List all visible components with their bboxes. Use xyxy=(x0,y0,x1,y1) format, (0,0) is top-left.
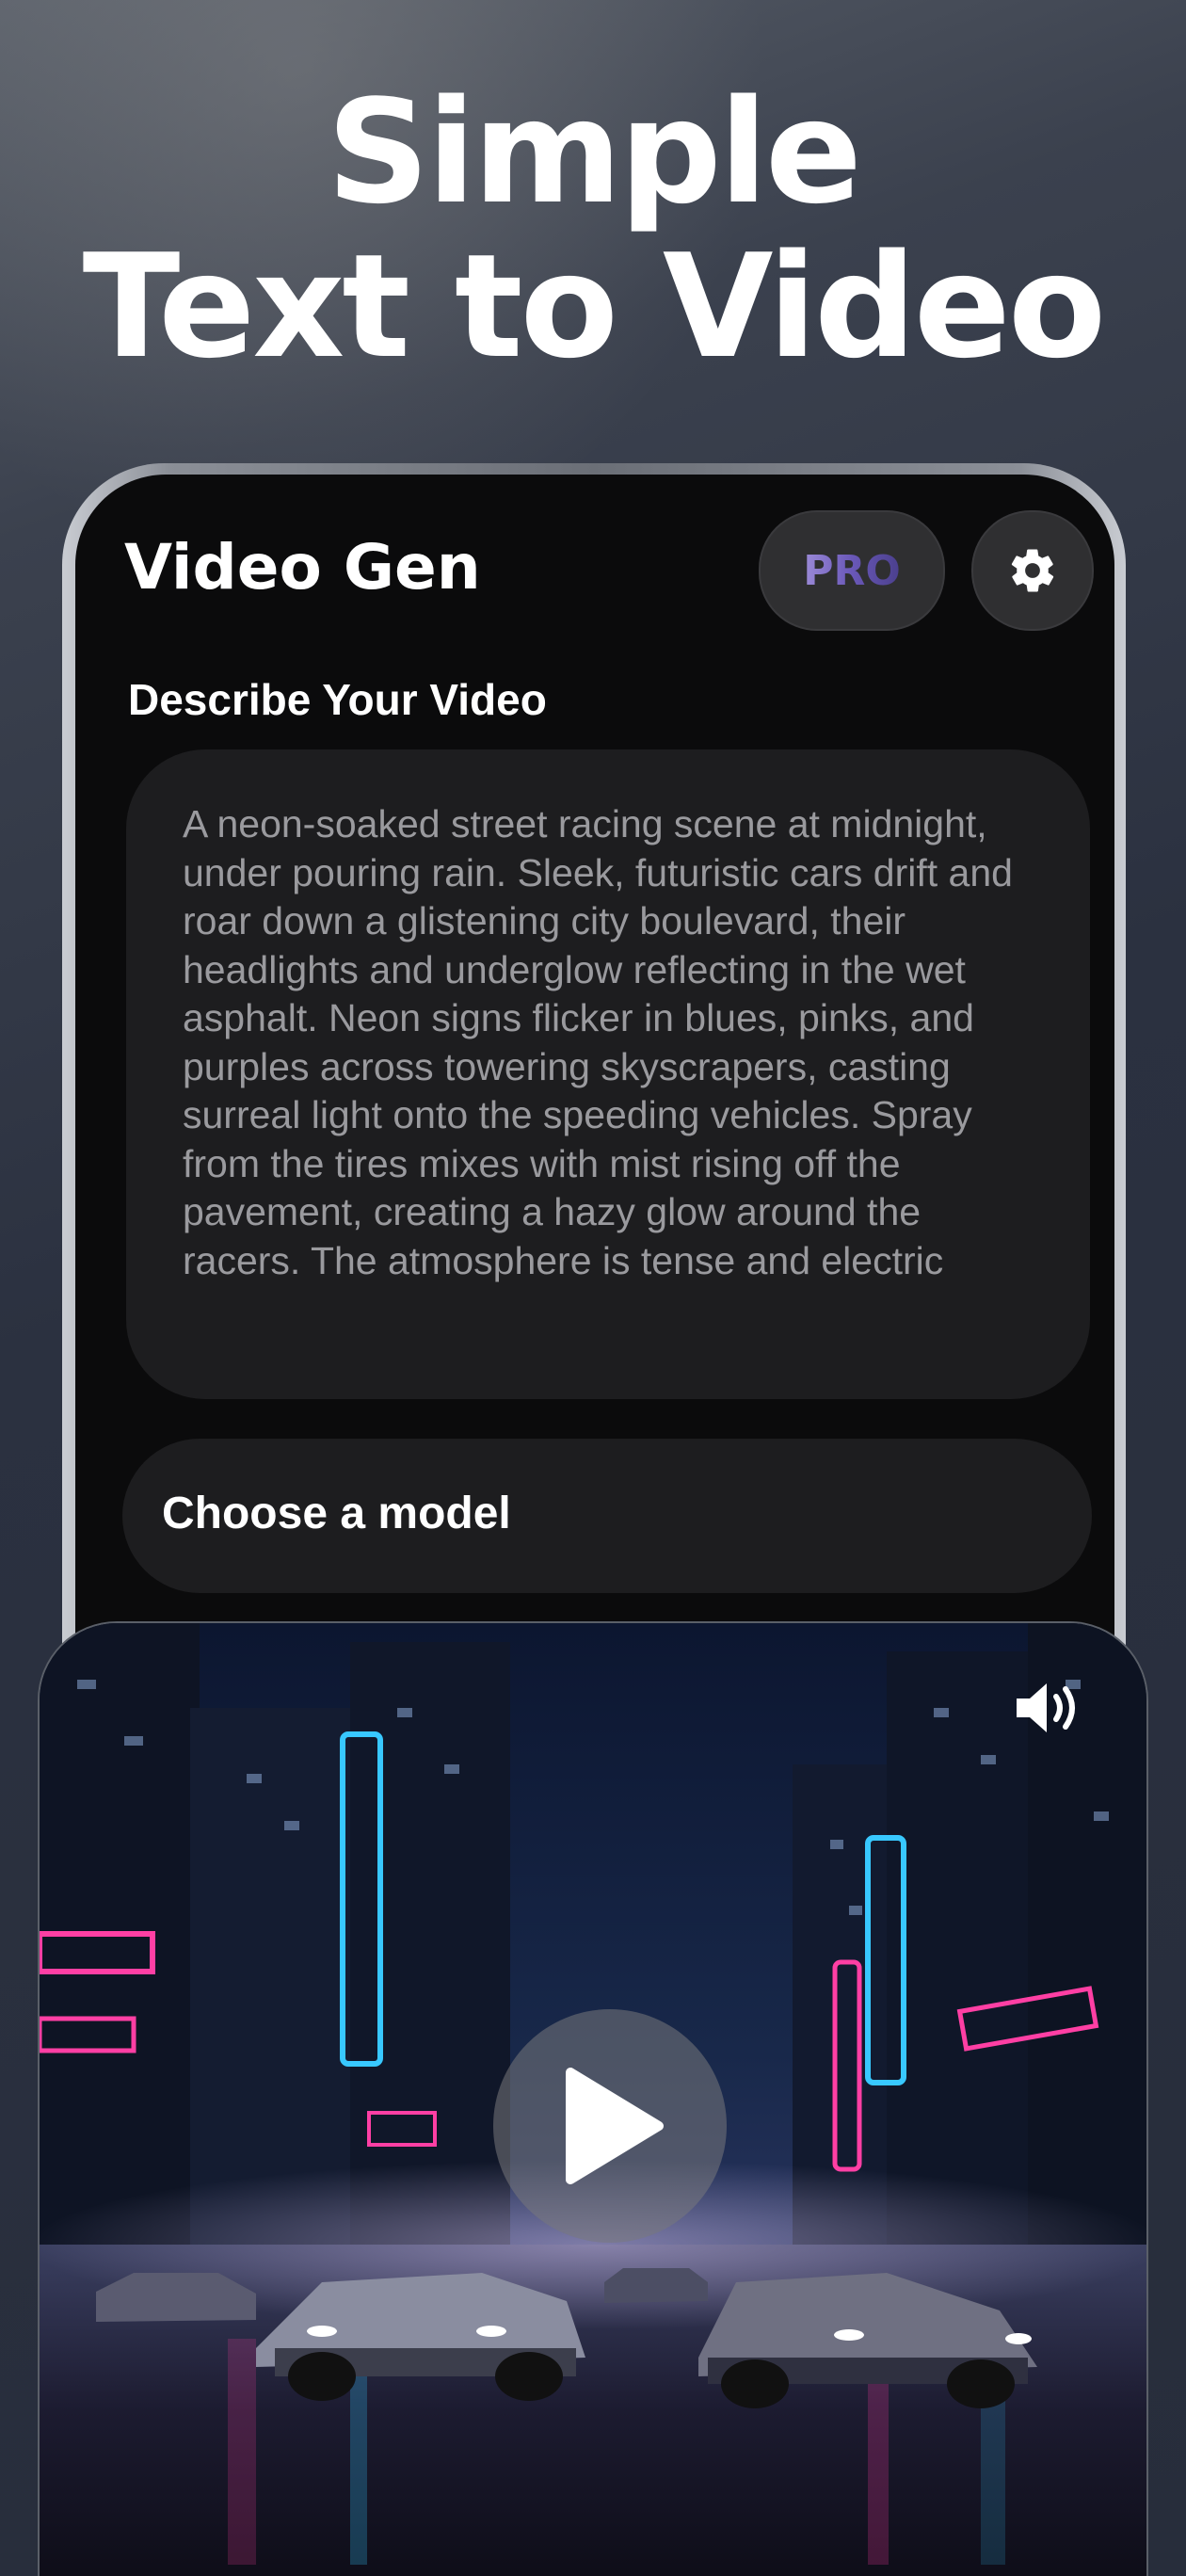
choose-model-label: Choose a model xyxy=(162,1489,511,1538)
prompt-label: Describe Your Video xyxy=(128,675,547,724)
play-icon xyxy=(566,2068,664,2184)
gear-icon xyxy=(1011,549,1054,592)
sound-button[interactable] xyxy=(1013,1680,1084,1736)
video-preview[interactable] xyxy=(38,1621,1148,2576)
pro-label: PRO xyxy=(803,546,901,595)
speaker-icon xyxy=(1017,1683,1075,1732)
app-title: Video Gen xyxy=(124,531,481,604)
headline-line-2: Text to Video xyxy=(82,223,1107,390)
choose-model-button[interactable]: Choose a model xyxy=(122,1439,1092,1593)
headline: Simple Text to Video xyxy=(0,75,1186,384)
pro-button[interactable]: PRO xyxy=(759,510,945,631)
settings-button[interactable] xyxy=(971,510,1094,631)
prompt-textarea[interactable]: A neon-soaked street racing scene at mid… xyxy=(126,749,1090,1399)
play-button[interactable] xyxy=(493,2009,727,2243)
prompt-text[interactable]: A neon-soaked street racing scene at mid… xyxy=(183,800,1035,1285)
headline-line-1: Simple xyxy=(327,69,862,235)
phone-screen: Video Gen PRO Describe Your Video A neon… xyxy=(75,475,1114,1699)
